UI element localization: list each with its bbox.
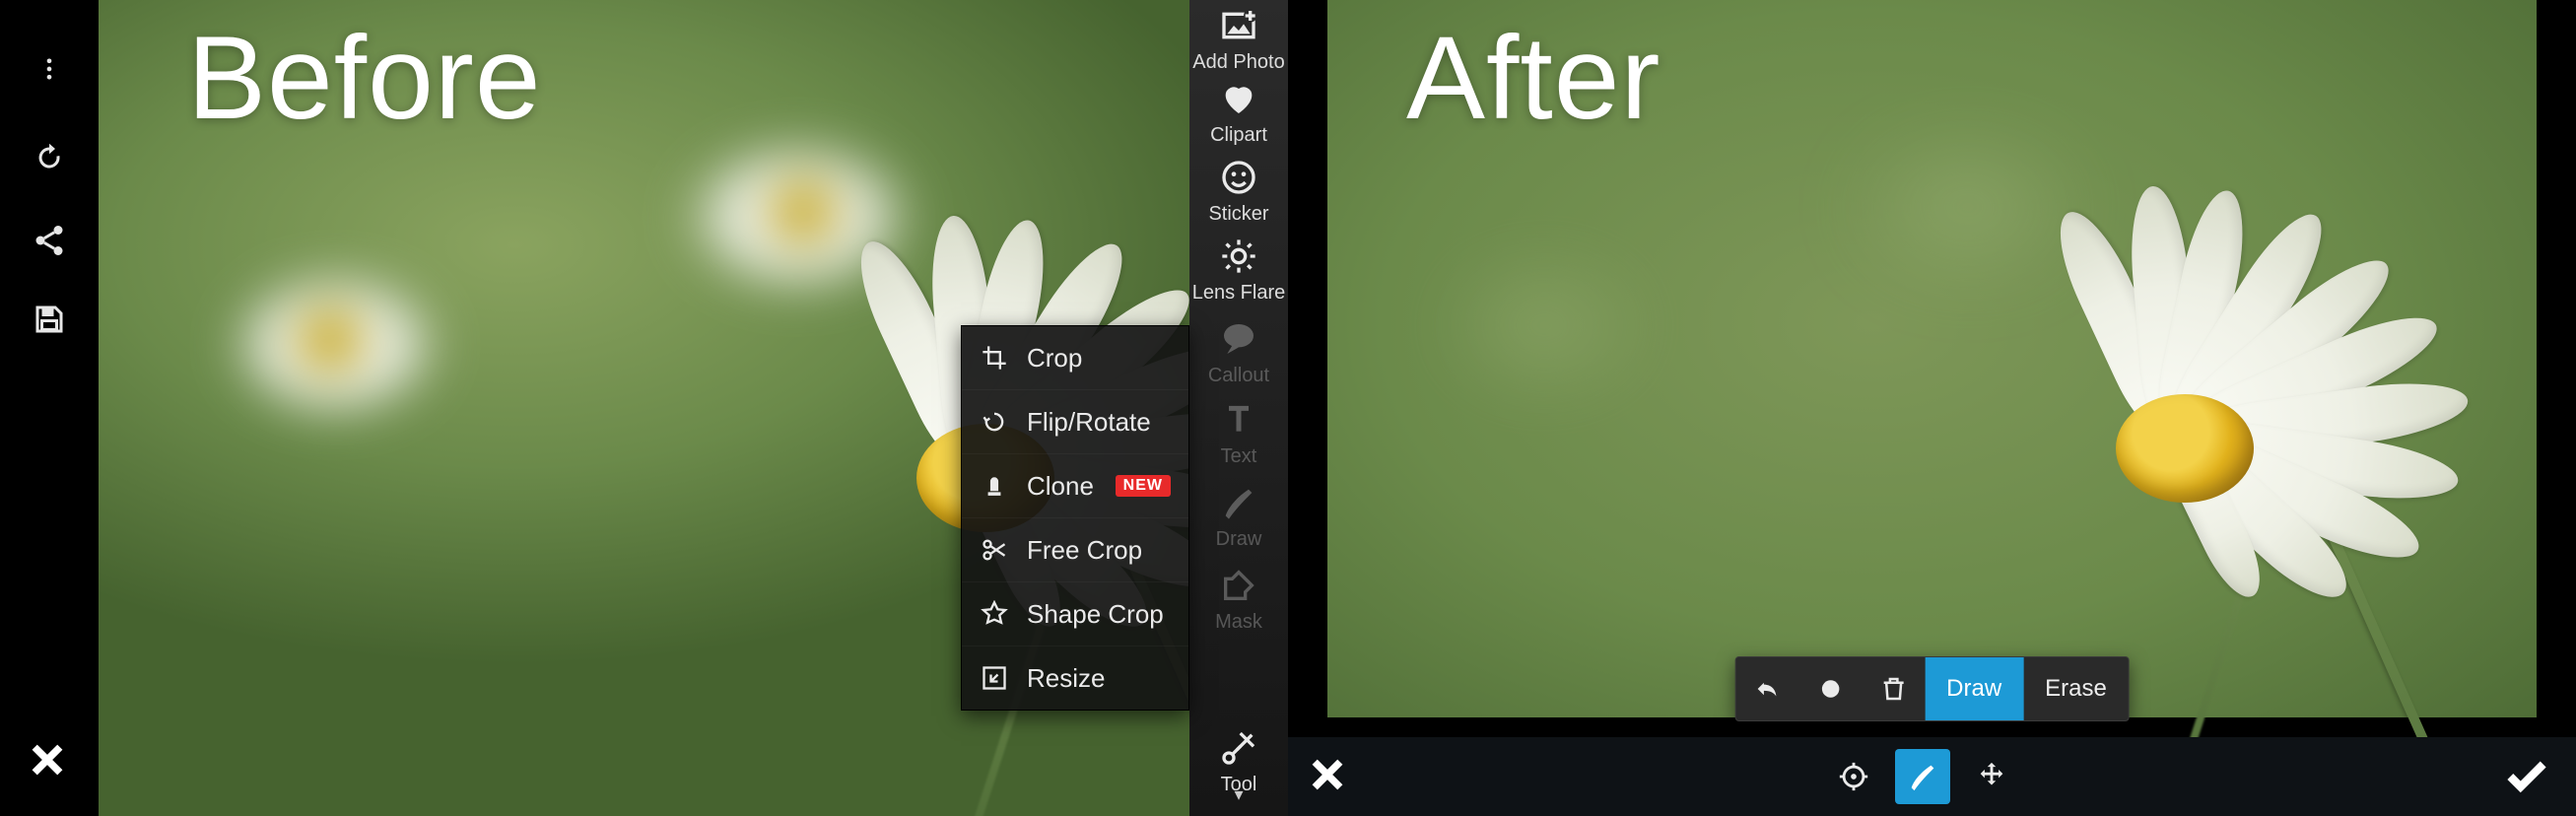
text-button[interactable]: Text	[1189, 400, 1288, 468]
submenu-crop[interactable]: Crop	[962, 326, 1188, 390]
rotate-icon	[980, 407, 1009, 437]
after-label: After	[1406, 10, 1661, 146]
callout-button[interactable]: Callout	[1189, 319, 1288, 387]
lens-flare-label: Lens Flare	[1192, 282, 1286, 304]
more-options-button[interactable]	[0, 30, 99, 108]
more-vertical-icon	[35, 55, 63, 83]
mask-label: Mask	[1215, 611, 1262, 633]
clone-stamp-icon	[980, 471, 1009, 501]
tool-icon	[1219, 728, 1258, 768]
crop-icon	[980, 343, 1009, 373]
draw-button[interactable]: Draw	[1189, 483, 1288, 551]
mode-segment: Draw Erase	[1925, 657, 2129, 720]
text-icon	[1219, 400, 1258, 440]
lens-flare-button[interactable]: Lens Flare	[1189, 237, 1288, 305]
left-rail	[0, 0, 99, 816]
close-icon	[26, 738, 69, 782]
submenu-label: Free Crop	[1027, 535, 1142, 566]
dot-icon	[1815, 674, 1845, 704]
trash-icon	[1878, 674, 1908, 704]
submenu-label: Flip/Rotate	[1027, 407, 1151, 438]
lens-flare-icon	[1219, 237, 1258, 276]
blurred-daisy	[168, 227, 503, 463]
main-daisy	[1929, 246, 2480, 680]
submenu-flip-rotate[interactable]: Flip/Rotate	[962, 390, 1188, 454]
cancel-button[interactable]	[1306, 753, 1349, 801]
mask-button[interactable]: Mask	[1189, 566, 1288, 634]
scissors-icon	[980, 535, 1009, 565]
close-icon	[1306, 753, 1349, 796]
submenu-label: Clone	[1027, 471, 1094, 502]
move-tool-button[interactable]	[1964, 749, 2019, 804]
brush-size-button[interactable]	[1798, 657, 1862, 720]
before-label: Before	[187, 10, 542, 146]
save-button[interactable]	[0, 280, 99, 359]
submenu-label: Crop	[1027, 343, 1082, 374]
mode-draw-label: Draw	[1946, 675, 2001, 703]
text-label: Text	[1221, 445, 1257, 467]
mode-erase-label: Erase	[2045, 675, 2107, 703]
source-target-button[interactable]	[1826, 749, 1881, 804]
share-icon	[32, 223, 67, 258]
refresh-icon	[32, 140, 67, 175]
delete-button[interactable]	[1862, 657, 1925, 720]
brush-tool-button[interactable]	[1895, 749, 1950, 804]
refresh-button[interactable]	[0, 118, 99, 197]
sticker-icon	[1219, 158, 1258, 197]
before-panel: Before Add Photo	[0, 0, 1288, 816]
brush-icon	[1219, 483, 1258, 522]
after-panel: After Draw Erase	[1288, 0, 2576, 816]
draw-label: Draw	[1216, 528, 1262, 550]
brush-icon	[1906, 760, 1939, 793]
right-tool-rail: Add Photo Clipart Sticker Lens Flare Cal…	[1189, 0, 1288, 816]
submenu-resize[interactable]: Resize	[962, 646, 1188, 710]
undo-button[interactable]	[1735, 657, 1798, 720]
add-photo-icon	[1219, 6, 1258, 45]
new-badge: NEW	[1116, 475, 1171, 497]
add-photo-label: Add Photo	[1192, 51, 1284, 73]
undo-icon	[1752, 674, 1782, 704]
share-button[interactable]	[0, 201, 99, 280]
heart-icon	[1219, 79, 1258, 118]
save-icon	[32, 302, 67, 337]
tool-button[interactable]: Tool ▾	[1189, 728, 1288, 796]
move-icon	[1975, 760, 2008, 793]
resize-icon	[980, 663, 1009, 693]
clipart-label: Clipart	[1210, 124, 1267, 146]
add-photo-button[interactable]: Add Photo	[1189, 6, 1288, 74]
confirm-button[interactable]	[2477, 752, 2576, 801]
target-icon	[1837, 760, 1870, 793]
close-button[interactable]	[26, 738, 69, 786]
clipart-button[interactable]: Clipart	[1189, 79, 1288, 147]
submenu-shape-crop[interactable]: Shape Crop	[962, 582, 1188, 646]
tool-submenu: Crop Flip/Rotate Clone NEW Free Crop Sha…	[961, 325, 1189, 711]
submenu-clone[interactable]: Clone NEW	[962, 454, 1188, 518]
star-icon	[980, 599, 1009, 629]
submenu-label: Resize	[1027, 663, 1105, 694]
callout-label: Callout	[1208, 365, 1269, 386]
bokeh	[1387, 217, 1702, 434]
mask-icon	[1219, 566, 1258, 605]
chevron-down-icon: ▾	[1189, 784, 1288, 796]
submenu-free-crop[interactable]: Free Crop	[962, 518, 1188, 582]
mode-draw-button[interactable]: Draw	[1925, 657, 2023, 720]
bottom-bar	[1288, 737, 2576, 816]
mode-erase-button[interactable]: Erase	[2023, 657, 2129, 720]
callout-icon	[1219, 319, 1258, 359]
sticker-label: Sticker	[1208, 203, 1268, 225]
submenu-label: Shape Crop	[1027, 599, 1164, 630]
check-icon	[2502, 752, 2551, 801]
sticker-button[interactable]: Sticker	[1189, 158, 1288, 226]
clone-float-bar: Draw Erase	[1734, 656, 2130, 721]
